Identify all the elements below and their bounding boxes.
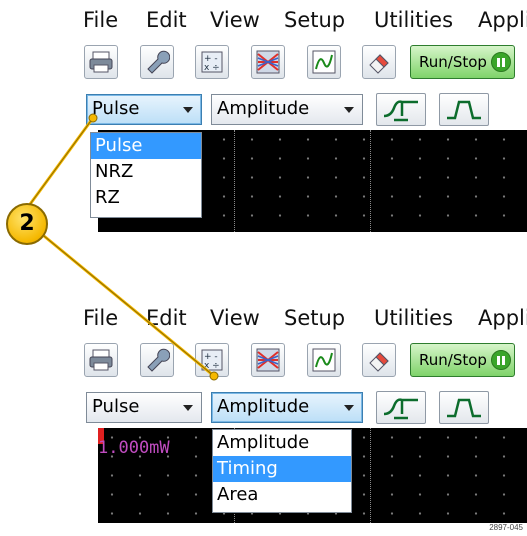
run-stop-label: Run/Stop [419,53,487,71]
chevron-down-icon [344,107,354,113]
menu-utilities[interactable]: Utilities [374,8,453,32]
figure-id: 2897-045 [489,523,523,532]
rising-edge-button[interactable] [376,93,426,126]
menu-file[interactable]: File [83,8,118,32]
option-pulse[interactable]: Pulse [91,133,201,159]
waveform-database-button[interactable] [251,343,285,377]
waveform-database-button[interactable] [251,45,285,79]
top-panel: File Edit View Setup Utilities Applic + … [76,0,527,232]
wrench-icon [147,348,170,372]
run-stop-label: Run/Stop [419,351,487,369]
measurement-category-select[interactable]: Amplitude [211,94,363,125]
measurement-category-value: Amplitude [217,396,310,417]
pause-icon [491,52,511,72]
menu-utilities[interactable]: Utilities [374,306,453,330]
waveform-database-icon [256,50,280,74]
svg-text:x ÷: x ÷ [204,361,220,371]
eraser-icon [369,54,389,74]
measurement-category-value: Amplitude [217,98,310,119]
pulse-shape-icon [447,100,481,120]
menu-edit[interactable]: Edit [146,306,187,330]
control-row: Pulse Amplitude [76,86,527,130]
clear-button[interactable] [362,343,396,377]
bottom-panel: File Edit View Setup Utilities Applic + … [76,298,527,523]
menu-view[interactable]: View [210,8,260,32]
print-button[interactable] [84,343,118,377]
autoset-icon [312,50,336,74]
menu-applications[interactable]: Applic [478,8,527,32]
menu-setup[interactable]: Setup [284,8,345,32]
print-icon [89,51,113,73]
svg-text:x ÷: x ÷ [204,63,220,73]
option-amplitude[interactable]: Amplitude [213,430,351,456]
rising-edge-button[interactable] [376,391,426,424]
graticule-line [370,130,371,232]
run-stop-button[interactable]: Run/Stop [410,45,515,79]
autoset-icon [312,348,336,372]
pulse-shape-icon [447,398,481,418]
option-timing[interactable]: Timing [213,456,351,482]
chevron-down-icon [183,107,193,113]
pulse-shape-button[interactable] [439,93,489,126]
setup-button[interactable] [140,343,174,377]
toolbar: + -x ÷ Run/Stop [76,338,527,382]
graticule-line [370,428,371,523]
menu-applications[interactable]: Applic [478,306,527,330]
run-stop-button[interactable]: Run/Stop [410,343,515,377]
clear-button[interactable] [362,45,396,79]
toolbar: + -x ÷ Run/Stop [76,40,527,84]
control-row: Pulse Amplitude [76,384,527,428]
rising-edge-icon [383,398,418,420]
signal-type-select[interactable]: Pulse [86,94,202,125]
signal-type-value: Pulse [92,396,140,417]
measurement-category-dropdown: Amplitude Timing Area [212,429,352,513]
signal-type-select[interactable]: Pulse [86,392,202,423]
autoset-button[interactable] [307,45,341,79]
menu-bar: File Edit View Setup Utilities Applic [76,0,527,40]
chevron-down-icon [183,405,193,411]
math-button[interactable]: + -x ÷ [195,343,229,377]
chevron-down-icon [344,405,354,411]
scale-readout: 1.000mW [98,438,170,458]
option-area[interactable]: Area [213,482,351,508]
print-icon [89,349,113,371]
graticule-line [234,130,235,232]
pulse-shape-button[interactable] [439,391,489,424]
rising-edge-icon [383,100,418,122]
calculator-icon: + -x ÷ [201,349,223,371]
eraser-icon [369,352,389,372]
measurement-category-select[interactable]: Amplitude [211,392,363,423]
signal-type-dropdown: Pulse NRZ RZ [90,132,202,218]
menu-edit[interactable]: Edit [146,8,187,32]
option-nrz[interactable]: NRZ [91,159,201,185]
wrench-icon [147,50,170,74]
pause-icon [491,350,511,370]
menu-bar: File Edit View Setup Utilities Applic [76,298,527,338]
step-callout-badge: 2 [6,203,48,245]
waveform-database-icon [256,348,280,372]
menu-view[interactable]: View [210,306,260,330]
signal-type-value: Pulse [92,98,140,119]
calculator-icon: + -x ÷ [201,51,223,73]
autoset-button[interactable] [307,343,341,377]
math-button[interactable]: + -x ÷ [195,45,229,79]
option-rz[interactable]: RZ [91,185,201,211]
menu-setup[interactable]: Setup [284,306,345,330]
setup-button[interactable] [140,45,174,79]
print-button[interactable] [84,45,118,79]
menu-file[interactable]: File [83,306,118,330]
